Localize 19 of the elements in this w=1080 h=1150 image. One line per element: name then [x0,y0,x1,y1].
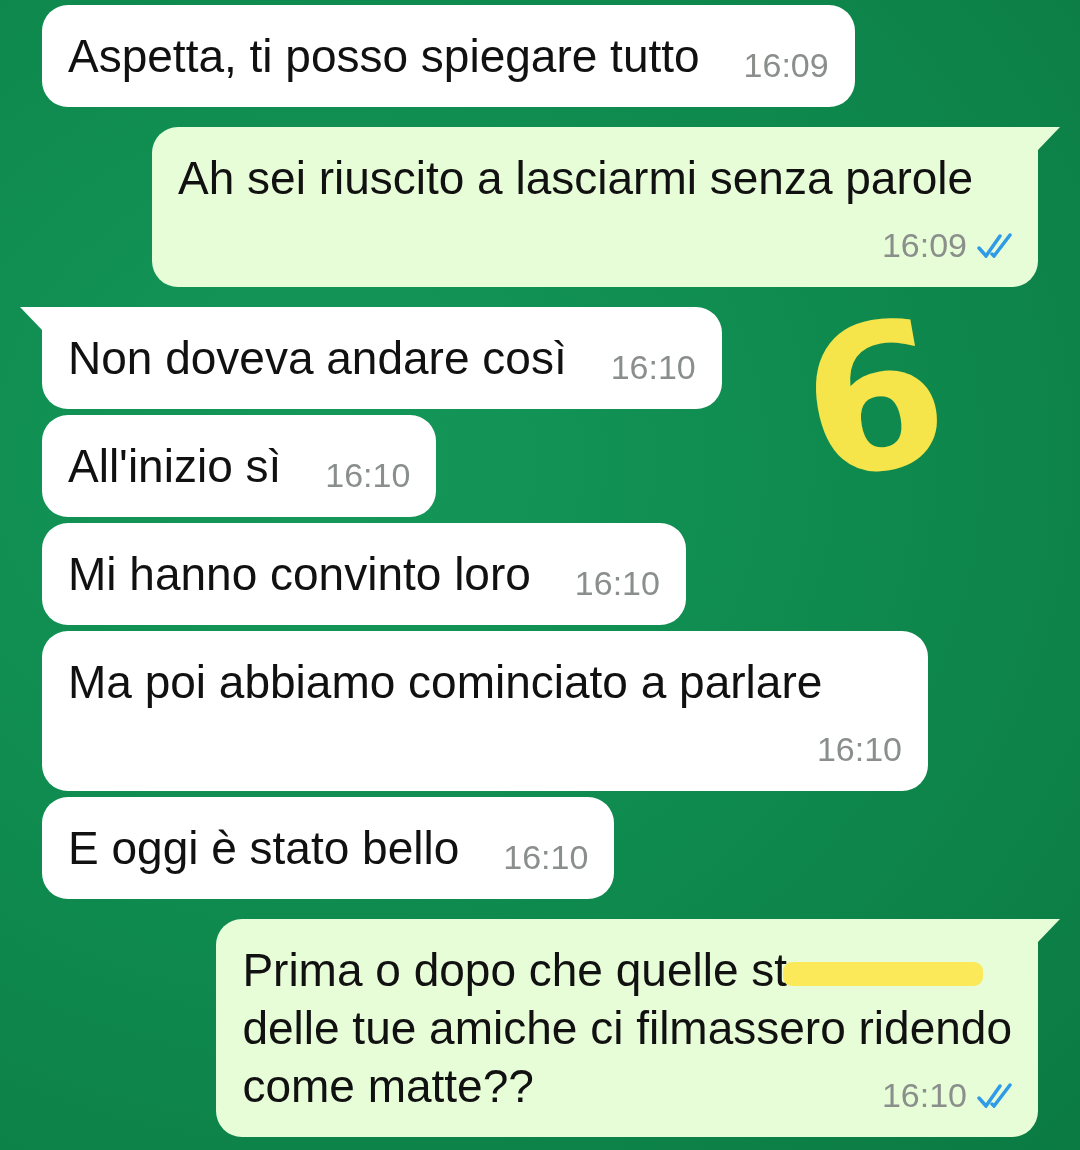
message-time: 16:10 [325,455,411,495]
message-time: 16:10 [881,1075,967,1115]
message-text: Non doveva andare così [68,332,567,384]
message-time: 16:10 [503,837,589,877]
message-time: 16:09 [881,225,967,265]
message-time: 16:10 [610,347,696,387]
message-text: Ah sei riuscito a lasciarmi senza parole [178,152,974,204]
message-text: delle tue amiche ci filmassero ridendo [242,1001,1012,1056]
handwritten-annotation: 6 [786,279,963,521]
message-text: come matte?? [242,1060,534,1112]
message-text: Aspetta, ti posso spiegare tutto [68,30,700,82]
message-text: Mi hanno convinto loro [68,548,531,600]
message-time: 16:10 [816,729,902,769]
message-time: 16:10 [574,563,660,603]
message-text: E oggi è stato bello [68,822,460,874]
message-text: Prima o dopo che quelle st [242,941,1012,999]
message-time: 16:09 [743,45,829,85]
message-text: All'inizio sì [68,440,282,492]
message-text: Ma poi abbiamo cominciato a parlare [68,656,823,708]
